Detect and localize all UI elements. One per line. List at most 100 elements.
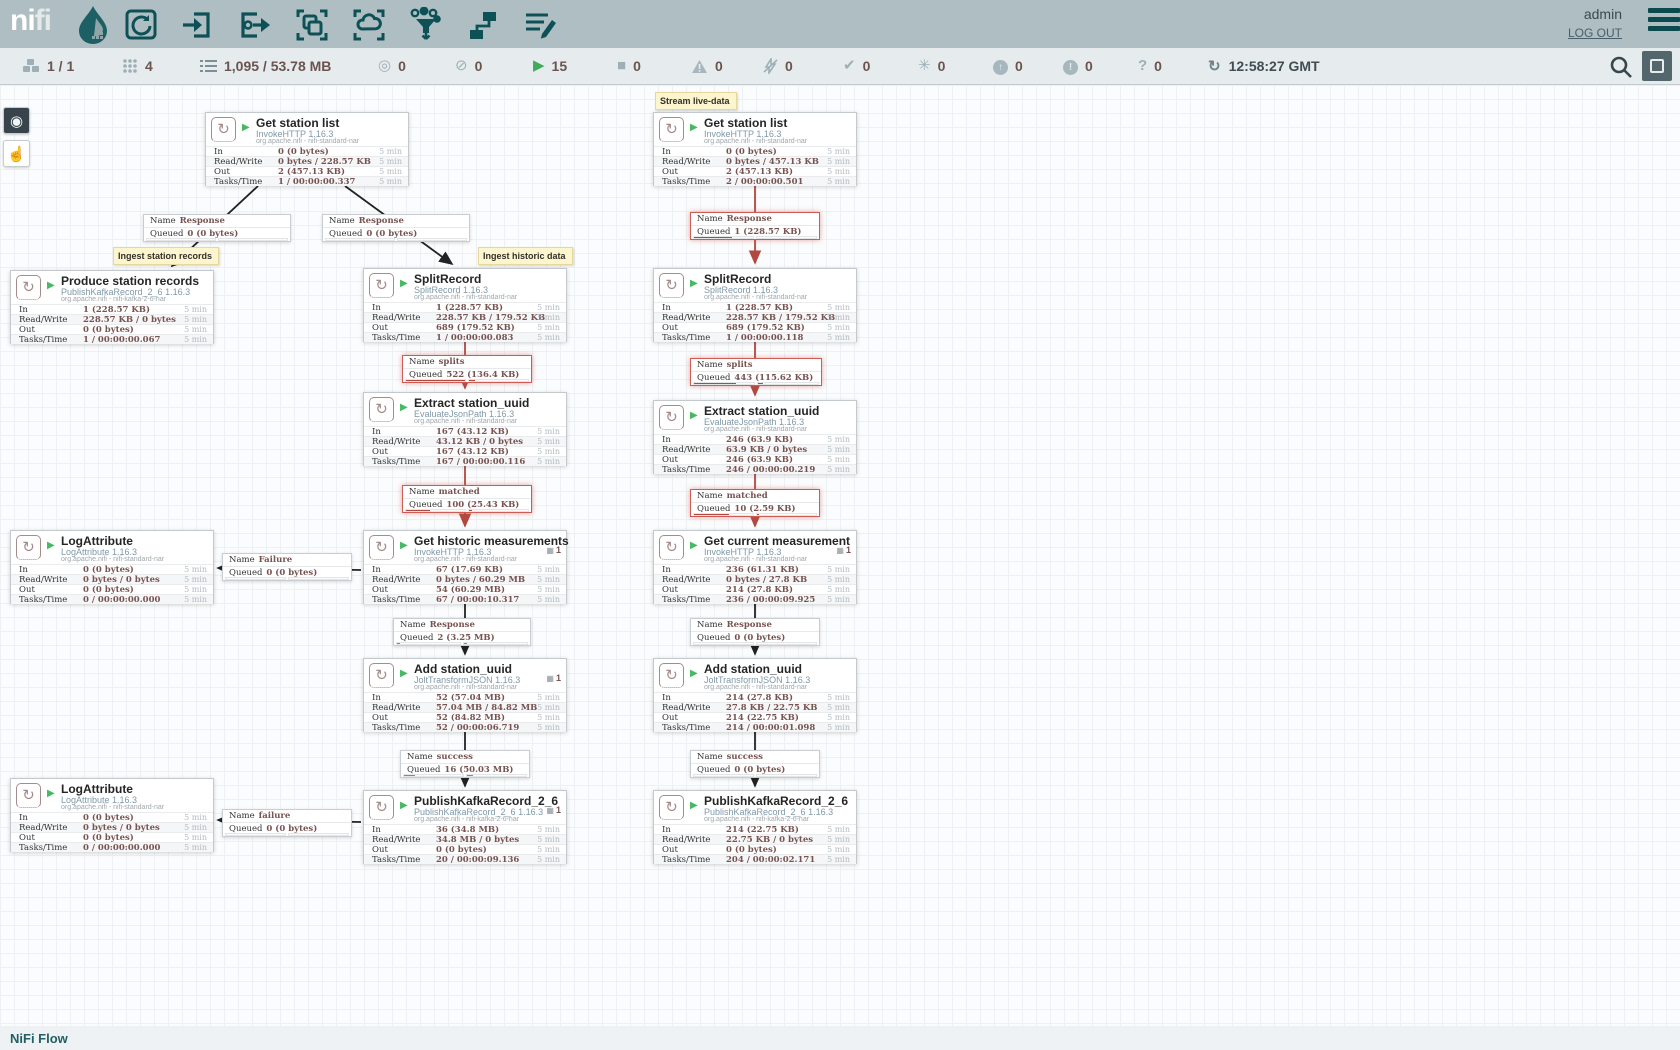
processor-icon: ↻ xyxy=(659,273,684,298)
processor-stat-row: Read/Write34.8 MB / 0 bytes5 min xyxy=(364,834,566,844)
connection-label[interactable]: NameResponseQueued0 (0 bytes) xyxy=(322,214,470,242)
processor-stat-row: Tasks/Time236 / 00:00:09.9255 min xyxy=(654,594,856,604)
status-locally-modified-stale-item: !0 xyxy=(1063,48,1093,84)
processor-stat-row: In246 (63.9 KB)5 min xyxy=(654,434,856,444)
input-port-component-icon[interactable] xyxy=(180,7,216,43)
relationship-name: splits xyxy=(727,360,753,370)
processor-bundle: org.apache.nifi - nifi-standard-nar xyxy=(414,684,517,691)
relationship-name: success xyxy=(727,752,763,762)
backpressure-bars xyxy=(691,236,819,239)
processor-node[interactable]: ↻▶Get station listInvokeHTTP 1.16.3org.a… xyxy=(205,112,409,186)
connection-label[interactable]: NameResponseQueued0 (0 bytes) xyxy=(143,214,291,242)
select-hand-tool[interactable]: ☝ xyxy=(3,140,30,167)
connection-label[interactable]: NameResponseQueued1 (228.57 KB) xyxy=(690,212,820,240)
processor-stat-row: In0 (0 bytes)5 min xyxy=(654,146,856,156)
connection-name-row: NameResponse xyxy=(394,619,530,632)
processor-header: ↻▶Get station listInvokeHTTP 1.16.3org.a… xyxy=(654,113,856,146)
connection-label[interactable]: NamesplitsQueued443 (115.62 KB) xyxy=(690,358,822,386)
connection-label[interactable]: NamematchedQueued10 (2.59 KB) xyxy=(690,489,820,517)
flow-canvas[interactable]: ◉ ☝ Ingest station records Ingest historic … xyxy=(0,85,1680,1050)
processor-node[interactable]: ↻▶Get station listInvokeHTTP 1.16.3org.a… xyxy=(653,112,857,186)
backpressure-bars xyxy=(691,382,821,385)
processor-bundle: org.apache.nifi - nifi-standard-nar xyxy=(256,138,359,145)
label-component-icon[interactable] xyxy=(522,7,558,43)
processor-node[interactable]: ↻▶Extract station_uuidEvaluateJsonPath 1… xyxy=(363,392,567,466)
stat-window: 5 min xyxy=(827,465,850,475)
processor-name: Produce station records xyxy=(61,274,199,288)
funnel-component-icon[interactable] xyxy=(408,7,444,43)
processor-bundle: org.apache.nifi - nifi-kafka-2-6-nar xyxy=(704,816,809,823)
processor-stat-row: Read/Write63.9 KB / 0 bytes5 min xyxy=(654,444,856,454)
panel-icon xyxy=(1650,59,1664,73)
processor-node[interactable]: ↻▶Get historic measurementsInvokeHTTP 1.… xyxy=(363,530,567,604)
relationship-name: Response xyxy=(727,620,772,630)
processor-node[interactable]: ↻▶Get current measurementInvokeHTTP 1.16… xyxy=(653,530,857,604)
canvas-label[interactable]: Ingest station records xyxy=(113,247,219,265)
logout-link[interactable]: LOG OUT xyxy=(1568,26,1622,40)
birdseye-panel-button[interactable] xyxy=(1642,51,1672,81)
processor-node[interactable]: ↻▶Extract station_uuidEvaluateJsonPath 1… xyxy=(653,400,857,474)
backpressure-bars xyxy=(403,509,531,512)
refresh-icon[interactable]: ↻ xyxy=(1208,57,1221,75)
nifi-logo: nifi xyxy=(10,4,51,38)
processor-node[interactable]: ↻▶PublishKafkaRecord_2_6PublishKafkaReco… xyxy=(653,790,857,864)
remote-process-group-component-icon[interactable] xyxy=(351,7,387,43)
canvas-label[interactable]: Stream live-data xyxy=(655,92,737,110)
running-status-icon: ▶ xyxy=(400,540,408,551)
stat-label: Tasks/Time xyxy=(372,457,420,467)
connection-label[interactable]: NamematchedQueued100 (25.43 KB) xyxy=(402,485,532,513)
connection-label[interactable]: NamesplitsQueued522 (136.4 KB) xyxy=(402,355,532,383)
running-status-icon: ▶ xyxy=(47,280,55,291)
search-icon[interactable] xyxy=(1608,54,1634,80)
status-count: 15 xyxy=(552,58,568,74)
relationship-name: splits xyxy=(439,357,465,367)
stat-label: Tasks/Time xyxy=(662,595,710,605)
stat-value: 20 / 00:00:09.136 xyxy=(436,855,519,865)
connection-name-row: Namesuccess xyxy=(401,751,529,764)
processor-name: SplitRecord xyxy=(704,272,771,286)
connection-label[interactable]: NamefailureQueued0 (0 bytes) xyxy=(222,809,352,837)
processor-node[interactable]: ↻▶SplitRecordSplitRecord 1.16.3org.apach… xyxy=(363,268,567,342)
processor-stat-row: Out214 (27.8 KB)5 min xyxy=(654,584,856,594)
processor-node[interactable]: ↻▶SplitRecordSplitRecord 1.16.3org.apach… xyxy=(653,268,857,342)
processor-stat-row: In167 (43.12 KB)5 min xyxy=(364,426,566,436)
status-count: 0 xyxy=(1154,58,1162,74)
global-menu-icon[interactable] xyxy=(1648,4,1680,35)
stat-value: 1 / 00:00:00.067 xyxy=(83,335,160,345)
connection-label[interactable]: NamesuccessQueued0 (0 bytes) xyxy=(690,750,820,778)
stat-window: 5 min xyxy=(537,457,560,467)
process-group-component-icon[interactable] xyxy=(294,7,330,43)
processor-name: LogAttribute xyxy=(61,534,133,548)
template-component-icon[interactable] xyxy=(465,7,501,43)
connection-label[interactable]: NameResponseQueued2 (3.25 MB) xyxy=(393,618,531,646)
processor-component-icon[interactable] xyxy=(123,7,159,43)
processor-name: SplitRecord xyxy=(414,272,481,286)
processor-stat-row: In52 (57.04 MB)5 min xyxy=(364,692,566,702)
processor-icon: ↻ xyxy=(369,273,394,298)
backpressure-bars xyxy=(323,238,469,241)
stat-value: 1 / 00:00:00.337 xyxy=(278,177,355,187)
processor-stat-row: Out0 (0 bytes)5 min xyxy=(11,832,213,842)
active-threads-badge: ▦1 xyxy=(836,545,851,555)
processor-node[interactable]: ↻▶PublishKafkaRecord_2_6PublishKafkaReco… xyxy=(363,790,567,864)
stat-value: 246 / 00:00:00.219 xyxy=(726,465,815,475)
connection-label[interactable]: NameFailureQueued0 (0 bytes) xyxy=(222,553,352,581)
stat-label: Tasks/Time xyxy=(662,177,710,187)
stat-window: 5 min xyxy=(379,177,402,187)
processor-node[interactable]: ↻▶LogAttributeLogAttribute 1.16.3org.apa… xyxy=(10,778,214,852)
processor-node[interactable]: ↻▶Add station_uuidJoltTransformJSON 1.16… xyxy=(363,658,567,732)
canvas-label[interactable]: Ingest historic data xyxy=(478,247,573,265)
processor-node[interactable]: ↻▶LogAttributeLogAttribute 1.16.3org.apa… xyxy=(10,530,214,604)
processor-node[interactable]: ↻▶Produce station recordsPublishKafkaRec… xyxy=(10,270,214,344)
processor-bundle: org.apache.nifi - nifi-standard-nar xyxy=(704,556,807,563)
breadcrumb-root[interactable]: NiFi Flow xyxy=(10,1031,68,1046)
output-port-component-icon[interactable] xyxy=(237,7,273,43)
processor-node[interactable]: ↻▶Add station_uuidJoltTransformJSON 1.16… xyxy=(653,658,857,732)
navigate-tool[interactable]: ◉ xyxy=(3,107,30,134)
stat-label: Tasks/Time xyxy=(19,335,67,345)
stat-window: 5 min xyxy=(537,855,560,865)
connection-label[interactable]: NameResponseQueued0 (0 bytes) xyxy=(690,618,820,646)
connection-label[interactable]: NamesuccessQueued16 (50.03 MB) xyxy=(400,750,530,778)
stat-value: 204 / 00:00:02.171 xyxy=(726,855,815,865)
connection-name-row: Namematched xyxy=(691,490,819,503)
